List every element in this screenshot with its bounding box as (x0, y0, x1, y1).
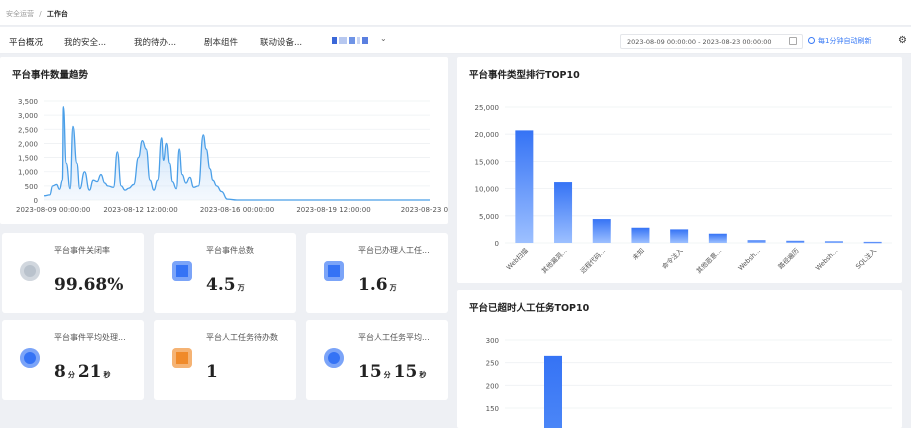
refresh-icon (808, 37, 815, 44)
x-tick-label: 2023-08-12 12:00:00 (103, 206, 177, 214)
y-tick-label: 3,000 (18, 112, 38, 120)
y-tick-label: 0 (34, 197, 38, 205)
y-tick-label: 1,500 (18, 155, 38, 163)
auto-refresh-toggle[interactable]: 每1分钟自动刷新 (808, 36, 871, 46)
x-tick-label: 2023-08-16 00:00:00 (200, 206, 274, 214)
breadcrumb: 安全运营 / 工作台 (6, 10, 68, 18)
trend-chart: 3,5003,0002,5002,0001,5001,00050002023-0… (16, 98, 448, 214)
x-tick-label: Web扫描 (504, 246, 530, 272)
stat-card-label: 平台已办理人工任... (358, 246, 430, 255)
y-tick-label: 25,000 (475, 104, 500, 112)
stat-card: 平台事件平均处理... 8 分 21 秒 (2, 320, 144, 400)
date-range-picker[interactable]: 2023-08-09 00:00:00 - 2023-08-23 00:00:0… (620, 34, 803, 49)
bar (824, 241, 843, 243)
y-tick-label: 20,000 (475, 131, 500, 139)
y-tick-label: 15,000 (475, 158, 500, 166)
tab-bar: 平台概况 我的安全... 我的待办... 剧本组件 联动设备... ⌄ 2023… (0, 27, 911, 54)
x-tick-label: Websh... (814, 247, 839, 272)
bar (515, 130, 534, 243)
x-tick-label: 远程代码... (578, 246, 607, 275)
x-tick-label: Websh... (737, 247, 762, 272)
gauge-icon (20, 261, 40, 281)
bar (592, 219, 611, 243)
stat-card-label: 平台人工任务平均... (358, 333, 430, 342)
y-tick-label: 500 (25, 183, 38, 191)
tab-linked-devices[interactable]: 联动设备... (260, 36, 302, 48)
x-tick-label: 路径遍历 (776, 246, 801, 271)
gear-icon[interactable]: ⚙ (898, 35, 907, 46)
stat-card: 平台已办理人工任... 1.6 万 (306, 233, 448, 313)
y-tick-label: 0 (495, 240, 499, 248)
stat-card: 平台人工任务待办数 1 (154, 320, 296, 400)
stat-card: 平台事件关闭率 99.68% (2, 233, 144, 313)
top-bar: 安全运营 / 工作台 (0, 0, 911, 26)
doc-arrow-icon (172, 261, 192, 281)
x-tick-label: 2023-08-19 12:00:00 (296, 206, 370, 214)
y-tick-label: 300 (486, 337, 499, 345)
clock-icon (20, 348, 40, 368)
stat-card-value: 1.6 万 (358, 275, 397, 295)
stat-card: 平台事件总数 4.5 万 (154, 233, 296, 313)
breadcrumb-parent[interactable]: 安全运营 (6, 10, 34, 18)
task-check-icon (324, 261, 344, 281)
bar (708, 233, 727, 243)
overtime-panel: 平台已超时人工任务TOP10 300 250 200 150 (457, 290, 902, 428)
x-tick-label: 其他漏洞... (539, 246, 568, 275)
y-tick-label: 3,500 (18, 98, 38, 106)
x-tick-label: SQL注入 (853, 246, 878, 271)
stat-card-value: 8 分 21 秒 (54, 362, 111, 382)
stat-card-value: 15 分 15 秒 (358, 362, 427, 382)
bar (786, 240, 805, 243)
chevron-down-icon[interactable]: ⌄ (380, 34, 387, 43)
y-tick-label: 150 (486, 405, 499, 413)
tab-my-security[interactable]: 我的安全... (64, 36, 106, 48)
tab-my-todo[interactable]: 我的待办... (134, 36, 176, 48)
stat-card-label: 平台人工任务待办数 (206, 333, 278, 342)
clock-icon (324, 348, 344, 368)
bar (863, 241, 882, 244)
y-tick-label: 2,500 (18, 126, 38, 134)
bar (554, 182, 573, 243)
x-tick-label: 命令注入 (660, 246, 685, 271)
bar (670, 229, 689, 243)
y-tick-label: 10,000 (475, 186, 500, 194)
x-tick-label: 2023-08-23 00:0 (401, 206, 448, 214)
y-tick-label: 2,000 (18, 140, 38, 148)
stat-card-value: 99.68% (54, 275, 124, 295)
stat-card-label: 平台事件总数 (206, 246, 254, 255)
stat-card-value: 1 (206, 362, 218, 382)
trend-panel: 平台事件数量趋势 3,500 3,000 2,500 2,000 1,500 1,000 5… (0, 57, 448, 224)
calendar-icon[interactable] (789, 37, 797, 45)
bar (631, 227, 650, 243)
stat-card: 平台人工任务平均... 15 分 15 秒 (306, 320, 448, 400)
bar (544, 355, 562, 428)
top10-chart: 25,000 20,000 15,000 10,000 5,000 0 Web扫描 其他漏洞.… (475, 104, 892, 275)
breadcrumb-current: 工作台 (46, 10, 68, 18)
y-tick-label: 250 (486, 360, 499, 368)
tab-playbook-components[interactable]: 剧本组件 (204, 36, 238, 48)
blurred-tab-label[interactable] (332, 37, 376, 45)
y-tick-label: 5,000 (479, 213, 499, 221)
stat-card-label: 平台事件关闭率 (54, 246, 110, 255)
top10-panel: 平台事件类型排行TOP10 25,000 20,000 15,000 10,000 5,… (457, 57, 902, 283)
stat-card-value: 4.5 万 (206, 275, 245, 295)
y-tick-label: 1,000 (18, 169, 38, 177)
y-tick-label: 200 (486, 382, 499, 390)
bar (747, 240, 766, 243)
x-tick-label: 2023-08-09 00:00:00 (16, 206, 90, 214)
tab-platform-overview[interactable]: 平台概况 (9, 36, 43, 48)
x-tick-label: 未知 (630, 246, 646, 262)
stat-card-label: 平台事件平均处理... (54, 333, 126, 342)
todo-icon (172, 348, 192, 368)
overtime-chart: 300 250 200 150 (486, 337, 892, 428)
x-tick-label: 其他恶意... (694, 246, 723, 275)
